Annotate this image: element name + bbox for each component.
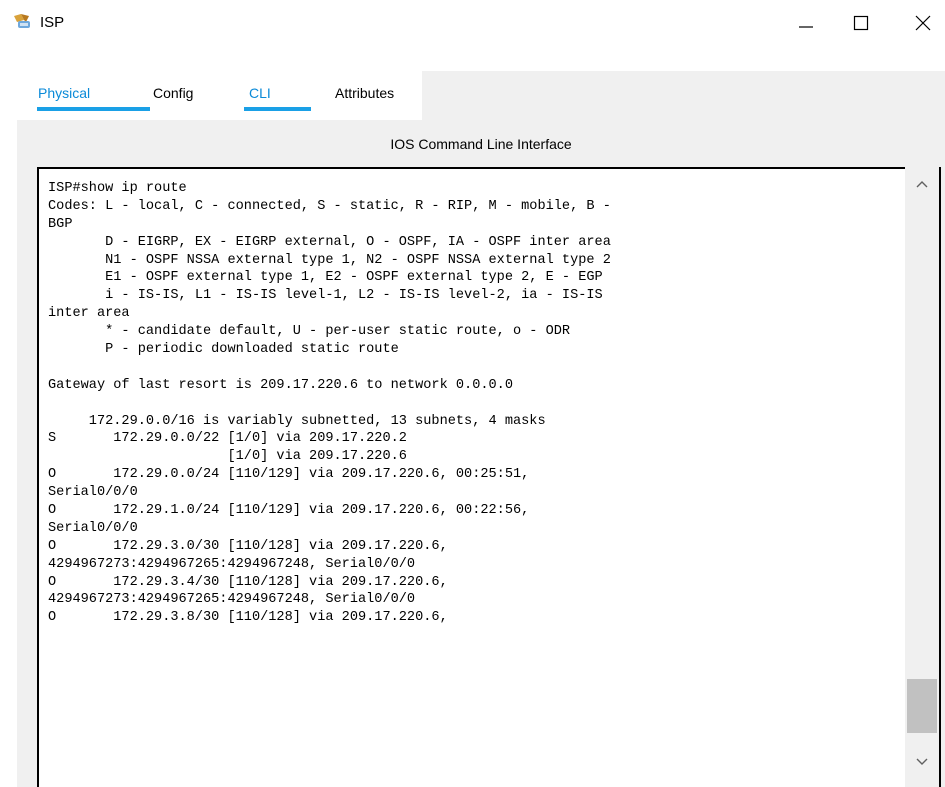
terminal-line: O 172.29.3.8/30 [110/128] via 209.17.220…: [48, 610, 448, 626]
minimize-button[interactable]: [783, 0, 829, 46]
terminal-line: BGP: [48, 216, 73, 232]
terminal-line: O 172.29.3.0/30 [110/128] via 209.17.220…: [48, 538, 448, 554]
terminal-line: Gateway of last resort is 209.17.220.6 t…: [48, 377, 513, 393]
terminal-line: P - periodic downloaded static route: [48, 342, 399, 358]
terminal-line: Serial0/0/0: [48, 485, 138, 501]
terminal-line: 172.29.0.0/16 is variably subnetted, 13 …: [48, 413, 546, 429]
terminal-line: * - candidate default, U - per-user stat…: [48, 324, 571, 340]
router-app-icon: [12, 13, 34, 31]
cli-terminal[interactable]: ISP#show ip route Codes: L - local, C - c…: [37, 167, 941, 787]
scrollbar-thumb[interactable]: [907, 679, 937, 733]
tab-cli-indicator: [244, 107, 311, 111]
terminal-output: ISP#show ip route Codes: L - local, C - c…: [48, 180, 910, 627]
terminal-line: ISP#show ip route: [48, 181, 187, 196]
scroll-up-button[interactable]: [905, 175, 939, 193]
chevron-up-icon: [916, 181, 928, 188]
cli-heading: IOS Command Line Interface: [390, 136, 572, 152]
close-icon: [915, 15, 931, 31]
maximize-icon: [853, 15, 869, 31]
terminal-line: Serial0/0/0: [48, 520, 138, 536]
terminal-line: S 172.29.0.0/22 [1/0] via 209.17.220.2: [48, 431, 407, 447]
scroll-down-button[interactable]: [905, 753, 939, 771]
tab-bar: Physical Config CLI Attributes: [17, 71, 422, 120]
terminal-line: 4294967273:4294967265:4294967248, Serial…: [48, 556, 416, 572]
terminal-line: O 172.29.3.4/30 [110/128] via 209.17.220…: [48, 574, 448, 590]
window-title: ISP: [40, 14, 65, 31]
terminal-line: E1 - OSPF external type 1, E2 - OSPF ext…: [48, 270, 603, 286]
terminal-line: [1/0] via 209.17.220.6: [48, 449, 407, 465]
terminal-line: D - EIGRP, EX - EIGRP external, O - OSPF…: [48, 234, 611, 250]
terminal-line: O 172.29.1.0/24 [110/129] via 209.17.220…: [48, 503, 530, 519]
close-button[interactable]: [900, 0, 945, 46]
terminal-line: i - IS-IS, L1 - IS-IS level-1, L2 - IS-I…: [48, 288, 603, 304]
tab-attributes[interactable]: Attributes: [335, 85, 394, 111]
terminal-line: N1 - OSPF NSSA external type 1, N2 - OSP…: [48, 252, 611, 268]
terminal-line: inter area: [48, 306, 130, 322]
tab-config[interactable]: Config: [153, 85, 193, 111]
terminal-line: Codes: L - local, C - connected, S - sta…: [48, 198, 611, 214]
title-bar: ISP: [0, 0, 945, 46]
terminal-line: O 172.29.0.0/24 [110/129] via 209.17.220…: [48, 467, 530, 483]
terminal-line: 4294967273:4294967265:4294967248, Serial…: [48, 592, 416, 608]
terminal-scrollbar[interactable]: [905, 167, 939, 787]
tab-physical-indicator: [37, 107, 150, 111]
maximize-button[interactable]: [838, 0, 884, 46]
chevron-down-icon: [916, 758, 928, 765]
minimize-icon: [799, 26, 813, 28]
